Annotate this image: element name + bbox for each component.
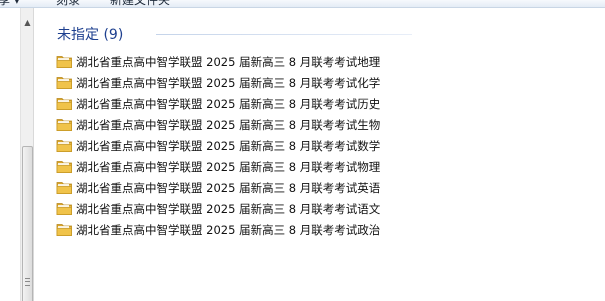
folder-item[interactable]: 湖北省重点高中智学联盟 2025 届新高三 8 月联考考试生物: [56, 114, 380, 135]
folder-icon: [56, 224, 72, 236]
file-name: 湖北省重点高中智学联盟 2025 届新高三 8 月联考考试化学: [76, 75, 381, 90]
navigation-pane[interactable]: [0, 8, 20, 301]
file-name: 湖北省重点高中智学联盟 2025 届新高三 8 月联考考试物理: [76, 159, 381, 174]
file-name: 湖北省重点高中智学联盟 2025 届新高三 8 月联考考试地理: [76, 54, 381, 69]
file-name: 湖北省重点高中智学联盟 2025 届新高三 8 月联考考试政治: [76, 222, 381, 237]
scrollbar-thumb[interactable]: [22, 146, 33, 301]
folder-item[interactable]: 湖北省重点高中智学联盟 2025 届新高三 8 月联考考试英语: [56, 177, 380, 198]
explorer-window: 享 ▾ 刻录 新建文件夹 ▲ 未指定 (9) 湖北省重点高中智学联盟 2025 …: [0, 0, 605, 301]
file-name: 湖北省重点高中智学联盟 2025 届新高三 8 月联考考试生物: [76, 117, 381, 132]
nav-pane-scrollbar[interactable]: ▲: [20, 8, 34, 301]
burn-button[interactable]: 刻录: [56, 0, 80, 7]
file-name: 湖北省重点高中智学联盟 2025 届新高三 8 月联考考试数学: [76, 138, 381, 153]
new-folder-button[interactable]: 新建文件夹: [110, 0, 170, 7]
folder-item[interactable]: 湖北省重点高中智学联盟 2025 届新高三 8 月联考考试化学: [56, 72, 380, 93]
thumb-grip-icon: [25, 278, 30, 286]
scroll-up-arrow-icon[interactable]: ▲: [22, 17, 33, 28]
share-menu-button[interactable]: 享 ▾: [0, 0, 20, 7]
folder-icon: [56, 140, 72, 152]
group-header[interactable]: 未指定 (9): [57, 24, 412, 44]
file-list: 湖北省重点高中智学联盟 2025 届新高三 8 月联考考试地理 湖北省重点高中智…: [56, 51, 380, 240]
folder-icon: [56, 98, 72, 110]
file-view[interactable]: 未指定 (9) 湖北省重点高中智学联盟 2025 届新高三 8 月联考考试地理 …: [35, 8, 605, 301]
group-title: 未指定 (9): [57, 27, 124, 43]
file-name: 湖北省重点高中智学联盟 2025 届新高三 8 月联考考试历史: [76, 96, 381, 111]
folder-icon: [56, 56, 72, 68]
folder-item[interactable]: 湖北省重点高中智学联盟 2025 届新高三 8 月联考考试政治: [56, 219, 380, 240]
folder-icon: [56, 161, 72, 173]
file-name: 湖北省重点高中智学联盟 2025 届新高三 8 月联考考试英语: [76, 180, 381, 195]
folder-item[interactable]: 湖北省重点高中智学联盟 2025 届新高三 8 月联考考试历史: [56, 93, 380, 114]
folder-icon: [56, 182, 72, 194]
folder-item[interactable]: 湖北省重点高中智学联盟 2025 届新高三 8 月联考考试地理: [56, 51, 380, 72]
folder-item[interactable]: 湖北省重点高中智学联盟 2025 届新高三 8 月联考考试语文: [56, 198, 380, 219]
file-name: 湖北省重点高中智学联盟 2025 届新高三 8 月联考考试语文: [76, 201, 381, 216]
group-divider: [156, 34, 412, 35]
folder-item[interactable]: 湖北省重点高中智学联盟 2025 届新高三 8 月联考考试数学: [56, 135, 380, 156]
folder-icon: [56, 77, 72, 89]
folder-icon: [56, 119, 72, 131]
command-bar: 享 ▾ 刻录 新建文件夹: [0, 0, 605, 8]
folder-item[interactable]: 湖北省重点高中智学联盟 2025 届新高三 8 月联考考试物理: [56, 156, 380, 177]
folder-icon: [56, 203, 72, 215]
